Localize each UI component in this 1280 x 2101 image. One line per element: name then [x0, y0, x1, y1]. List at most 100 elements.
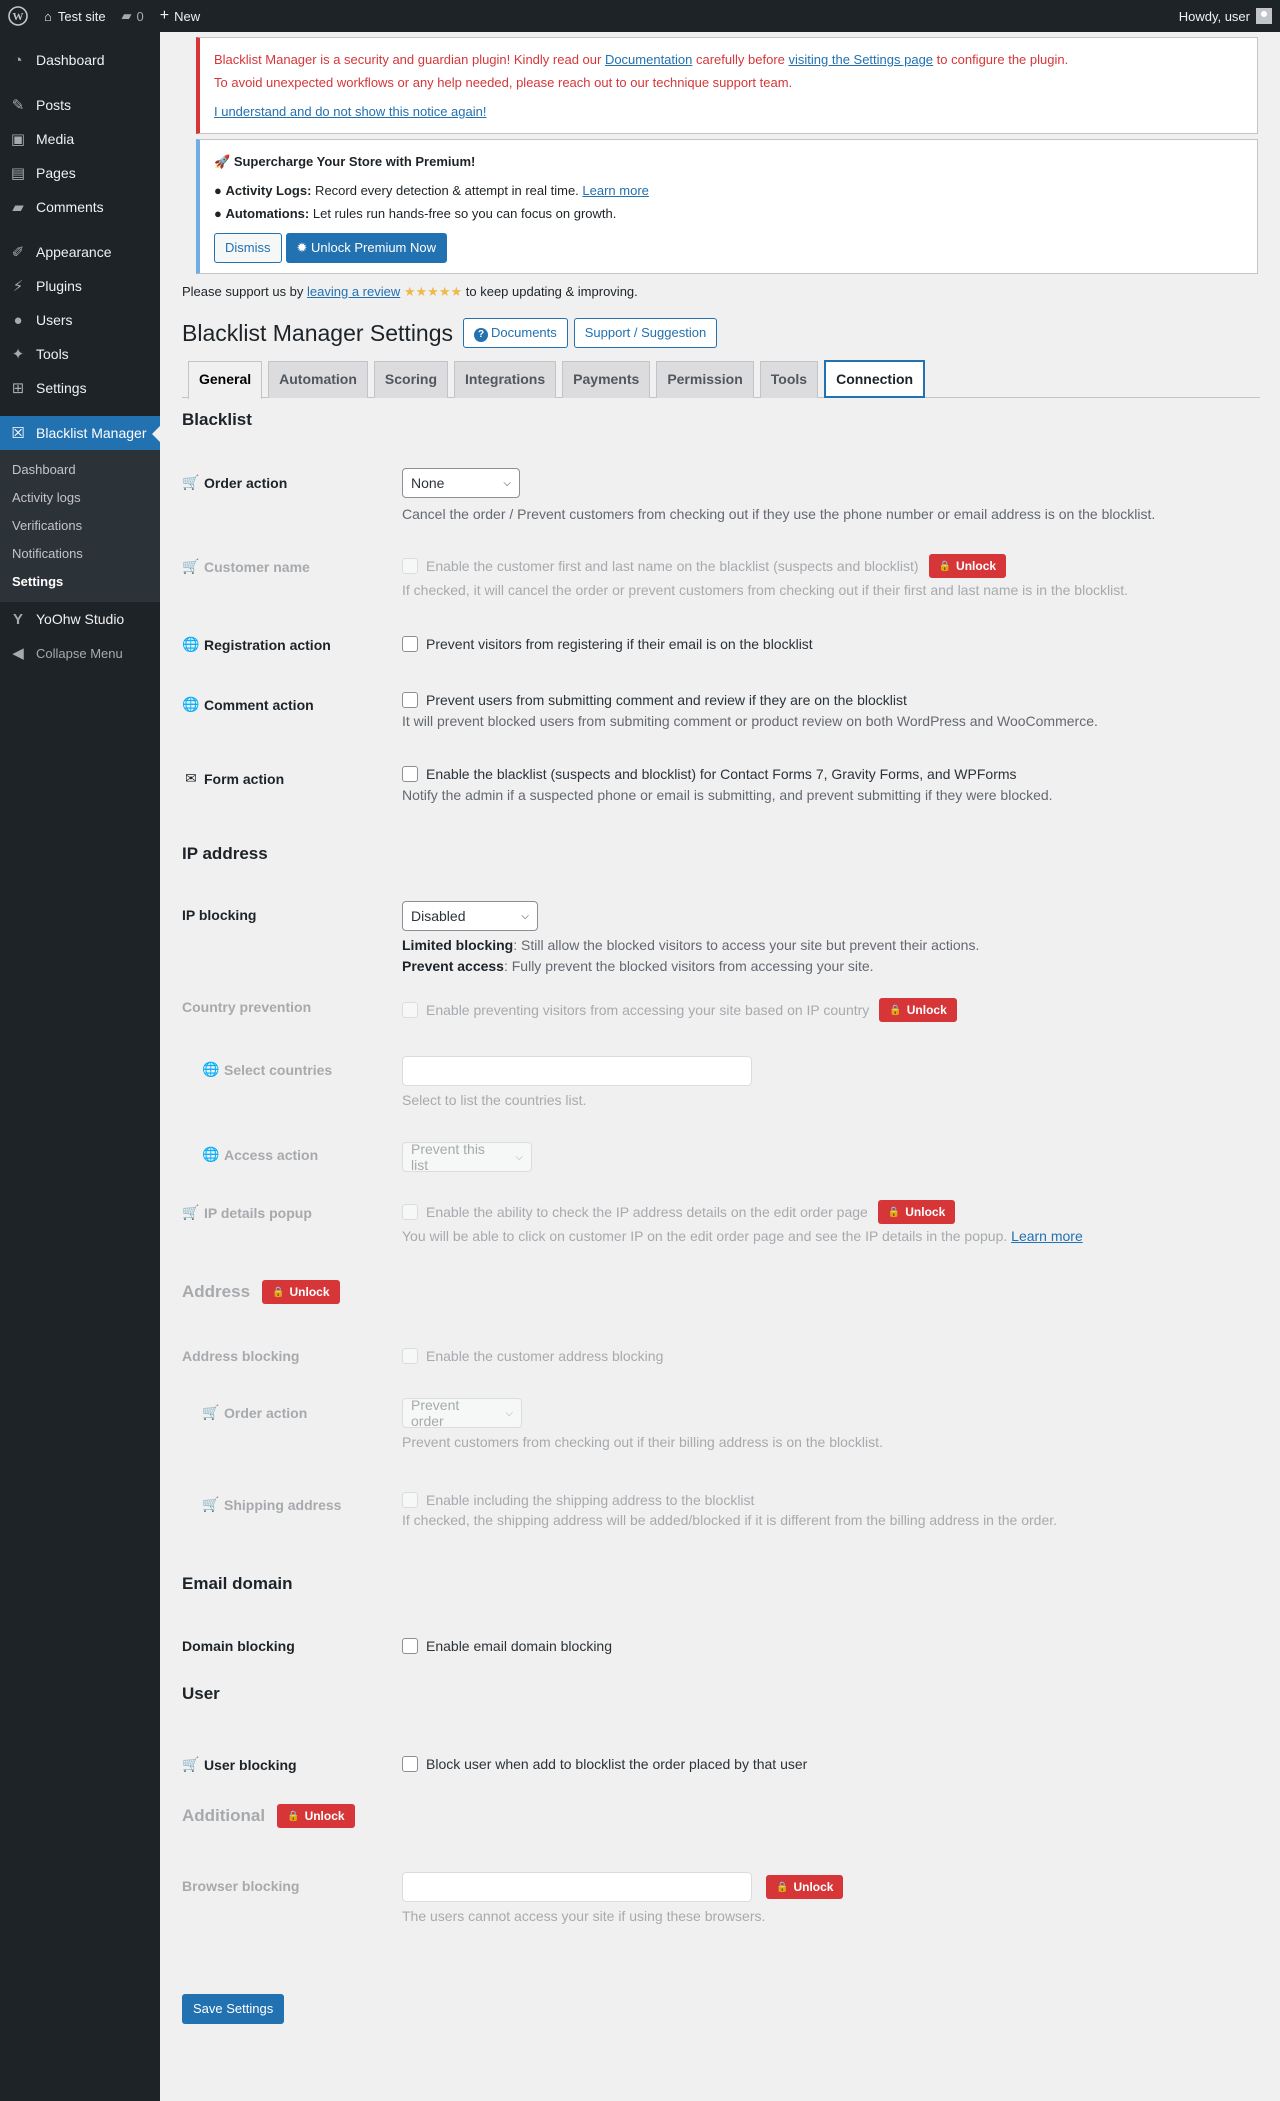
- sidebar-item-tools[interactable]: ✦ Tools: [0, 337, 160, 371]
- submenu-notifications[interactable]: Notifications: [0, 540, 160, 568]
- shipping-address-checkbox[interactable]: Enable including the shipping address to…: [402, 1492, 1242, 1508]
- address-order-action-field: Prevent order ⌵ Prevent customers from ch…: [402, 1397, 1242, 1453]
- leave-review-link[interactable]: leaving a review: [307, 284, 400, 299]
- sidebar-item-settings[interactable]: ⊞ Settings: [0, 371, 160, 405]
- documentation-link[interactable]: Documentation: [605, 52, 692, 67]
- country-prevention-label: Country prevention: [182, 999, 312, 1015]
- submenu-verifications[interactable]: Verifications: [0, 512, 160, 540]
- sidebar-item-yoohw-studio[interactable]: Y YoOhw Studio: [0, 602, 160, 636]
- checkbox[interactable]: [402, 636, 418, 652]
- learn-more-link[interactable]: Learn more: [582, 183, 648, 198]
- sidebar-item-users[interactable]: ● Users: [0, 303, 160, 337]
- ip-popup-checkbox[interactable]: Enable the ability to check the IP addre…: [402, 1200, 1242, 1224]
- new-content-link[interactable]: + New: [152, 0, 208, 32]
- plus-icon: +: [159, 7, 170, 24]
- desc-text: : Fully prevent the blocked visitors fro…: [503, 958, 874, 974]
- account-menu[interactable]: Howdy, user: [1179, 8, 1280, 24]
- sidebar-item-media[interactable]: ▣ Media: [0, 122, 160, 156]
- sidebar-item-label: Plugins: [36, 278, 82, 294]
- premium-bullet-1: ● Activity Logs: Record every detection …: [214, 183, 649, 198]
- ip-blocking-label: IP blocking: [182, 907, 257, 923]
- customer-name-label: 🛒 Customer name: [182, 558, 310, 575]
- submenu-settings[interactable]: Settings: [0, 568, 160, 596]
- dismiss-notice-link[interactable]: I understand and do not show this notice…: [214, 104, 486, 119]
- unlock-button[interactable]: 🔒 Unlock: [766, 1875, 844, 1899]
- checkbox[interactable]: [402, 558, 418, 574]
- user-blocking-checkbox[interactable]: Block user when add to blocklist the ord…: [402, 1756, 1242, 1772]
- tab-connection[interactable]: Connection: [824, 360, 926, 398]
- customer-name-checkbox[interactable]: Enable the customer first and last name …: [402, 554, 1242, 578]
- select-countries-input[interactable]: [402, 1056, 752, 1086]
- wordpress-logo-icon[interactable]: W: [0, 0, 36, 32]
- dismiss-button[interactable]: Dismiss: [214, 233, 282, 263]
- comments-link[interactable]: ▰ 0: [114, 0, 152, 32]
- country-checkbox[interactable]: Enable preventing visitors from accessin…: [402, 998, 1242, 1022]
- customer-name-field: Enable the customer first and last name …: [402, 554, 1242, 601]
- sidebar-item-posts[interactable]: ✎ Posts: [0, 88, 160, 122]
- settings-icon: ⊞: [11, 380, 25, 397]
- tab-tools[interactable]: Tools: [759, 361, 819, 398]
- tab-integrations[interactable]: Integrations: [454, 361, 557, 398]
- comment-checkbox[interactable]: Prevent users from submitting comment an…: [402, 692, 1242, 708]
- save-settings-button[interactable]: Save Settings: [182, 1994, 285, 2024]
- unlock-label: Unlock: [304, 1809, 345, 1823]
- sidebar-item-dashboard[interactable]: ◔ Dashboard: [0, 43, 160, 77]
- checkbox[interactable]: [402, 1204, 418, 1220]
- ip-blocking-select[interactable]: Disabled ⌵: [402, 901, 538, 931]
- tab-scoring[interactable]: Scoring: [373, 361, 449, 398]
- sidebar-item-comments[interactable]: ▰ Comments: [0, 190, 160, 224]
- learn-more-link[interactable]: Learn more: [1011, 1228, 1083, 1244]
- unlock-button[interactable]: 🔒 Unlock: [928, 554, 1007, 578]
- select-countries-label: 🌐 Select countries: [202, 1061, 332, 1078]
- checkbox[interactable]: [402, 766, 418, 782]
- rocket-icon: 🚀: [214, 154, 231, 169]
- order-action-select[interactable]: None ⌵: [402, 468, 520, 498]
- sidebar-item-label: Blacklist Manager: [36, 425, 147, 441]
- address-order-action-label: 🛒 Order action: [202, 1404, 307, 1421]
- star-rating-icon[interactable]: ★★★★★: [404, 284, 462, 299]
- registration-checkbox[interactable]: Prevent visitors from registering if the…: [402, 636, 1242, 652]
- checkbox[interactable]: [402, 1756, 418, 1772]
- lock-icon: 🔒: [272, 1286, 285, 1298]
- address-blocking-checkbox[interactable]: Enable the customer address blocking: [402, 1348, 1242, 1364]
- sidebar-item-blacklist-manager[interactable]: ☒ Blacklist Manager: [0, 416, 160, 450]
- select-value: None: [411, 475, 445, 491]
- submenu-dashboard[interactable]: Dashboard: [0, 456, 160, 484]
- browser-blocking-input[interactable]: [402, 1872, 752, 1902]
- unlock-button[interactable]: 🔒 Unlock: [262, 1280, 340, 1304]
- unlock-button[interactable]: 🔒 Unlock: [879, 998, 957, 1022]
- chevron-down-icon: ⌵: [503, 477, 511, 489]
- unlock-premium-button[interactable]: ✹ Unlock Premium Now: [285, 233, 448, 263]
- cart-icon: 🛒: [202, 1404, 220, 1420]
- documents-button[interactable]: ? Documents: [463, 318, 568, 348]
- pages-icon: ▤: [10, 165, 26, 182]
- collapse-menu-button[interactable]: ◀ Collapse Menu: [0, 636, 160, 670]
- select-value: Disabled: [411, 908, 466, 924]
- site-name-link[interactable]: ⌂ Test site: [36, 0, 114, 32]
- checkbox[interactable]: [402, 1638, 418, 1654]
- tab-automation[interactable]: Automation: [268, 361, 368, 398]
- tab-general[interactable]: General: [188, 361, 263, 399]
- access-action-select[interactable]: Prevent this list ⌵: [402, 1141, 532, 1173]
- tab-payments[interactable]: Payments: [562, 361, 651, 398]
- checkbox[interactable]: [402, 1002, 418, 1018]
- domain-blocking-checkbox[interactable]: Enable email domain blocking: [402, 1638, 1242, 1654]
- sidebar-item-plugins[interactable]: ⚡ Plugins: [0, 269, 160, 303]
- domain-blocking-field: Enable email domain blocking: [402, 1638, 1242, 1654]
- submenu-activity-logs[interactable]: Activity logs: [0, 484, 160, 512]
- unlock-button[interactable]: 🔒 Unlock: [277, 1804, 355, 1828]
- sidebar-item-pages[interactable]: ▤ Pages: [0, 156, 160, 190]
- tab-permission[interactable]: Permission: [656, 361, 754, 398]
- unlock-button[interactable]: 🔒 Unlock: [877, 1200, 956, 1224]
- support-suggestion-button[interactable]: Support / Suggestion: [573, 318, 718, 348]
- sidebar-item-appearance[interactable]: ✐ Appearance: [0, 235, 160, 269]
- form-action-checkbox[interactable]: Enable the blacklist (suspects and block…: [402, 766, 1242, 782]
- checkbox[interactable]: [402, 1492, 418, 1508]
- select-value: Prevent order: [411, 1397, 460, 1429]
- sidebar-item-label: Users: [36, 312, 73, 328]
- address-order-action-select[interactable]: Prevent order ⌵: [402, 1397, 522, 1429]
- checkbox[interactable]: [402, 692, 418, 708]
- settings-page-link[interactable]: visiting the Settings page: [789, 52, 934, 67]
- checkbox[interactable]: [402, 1348, 418, 1364]
- label-text: Shipping address: [224, 1496, 342, 1513]
